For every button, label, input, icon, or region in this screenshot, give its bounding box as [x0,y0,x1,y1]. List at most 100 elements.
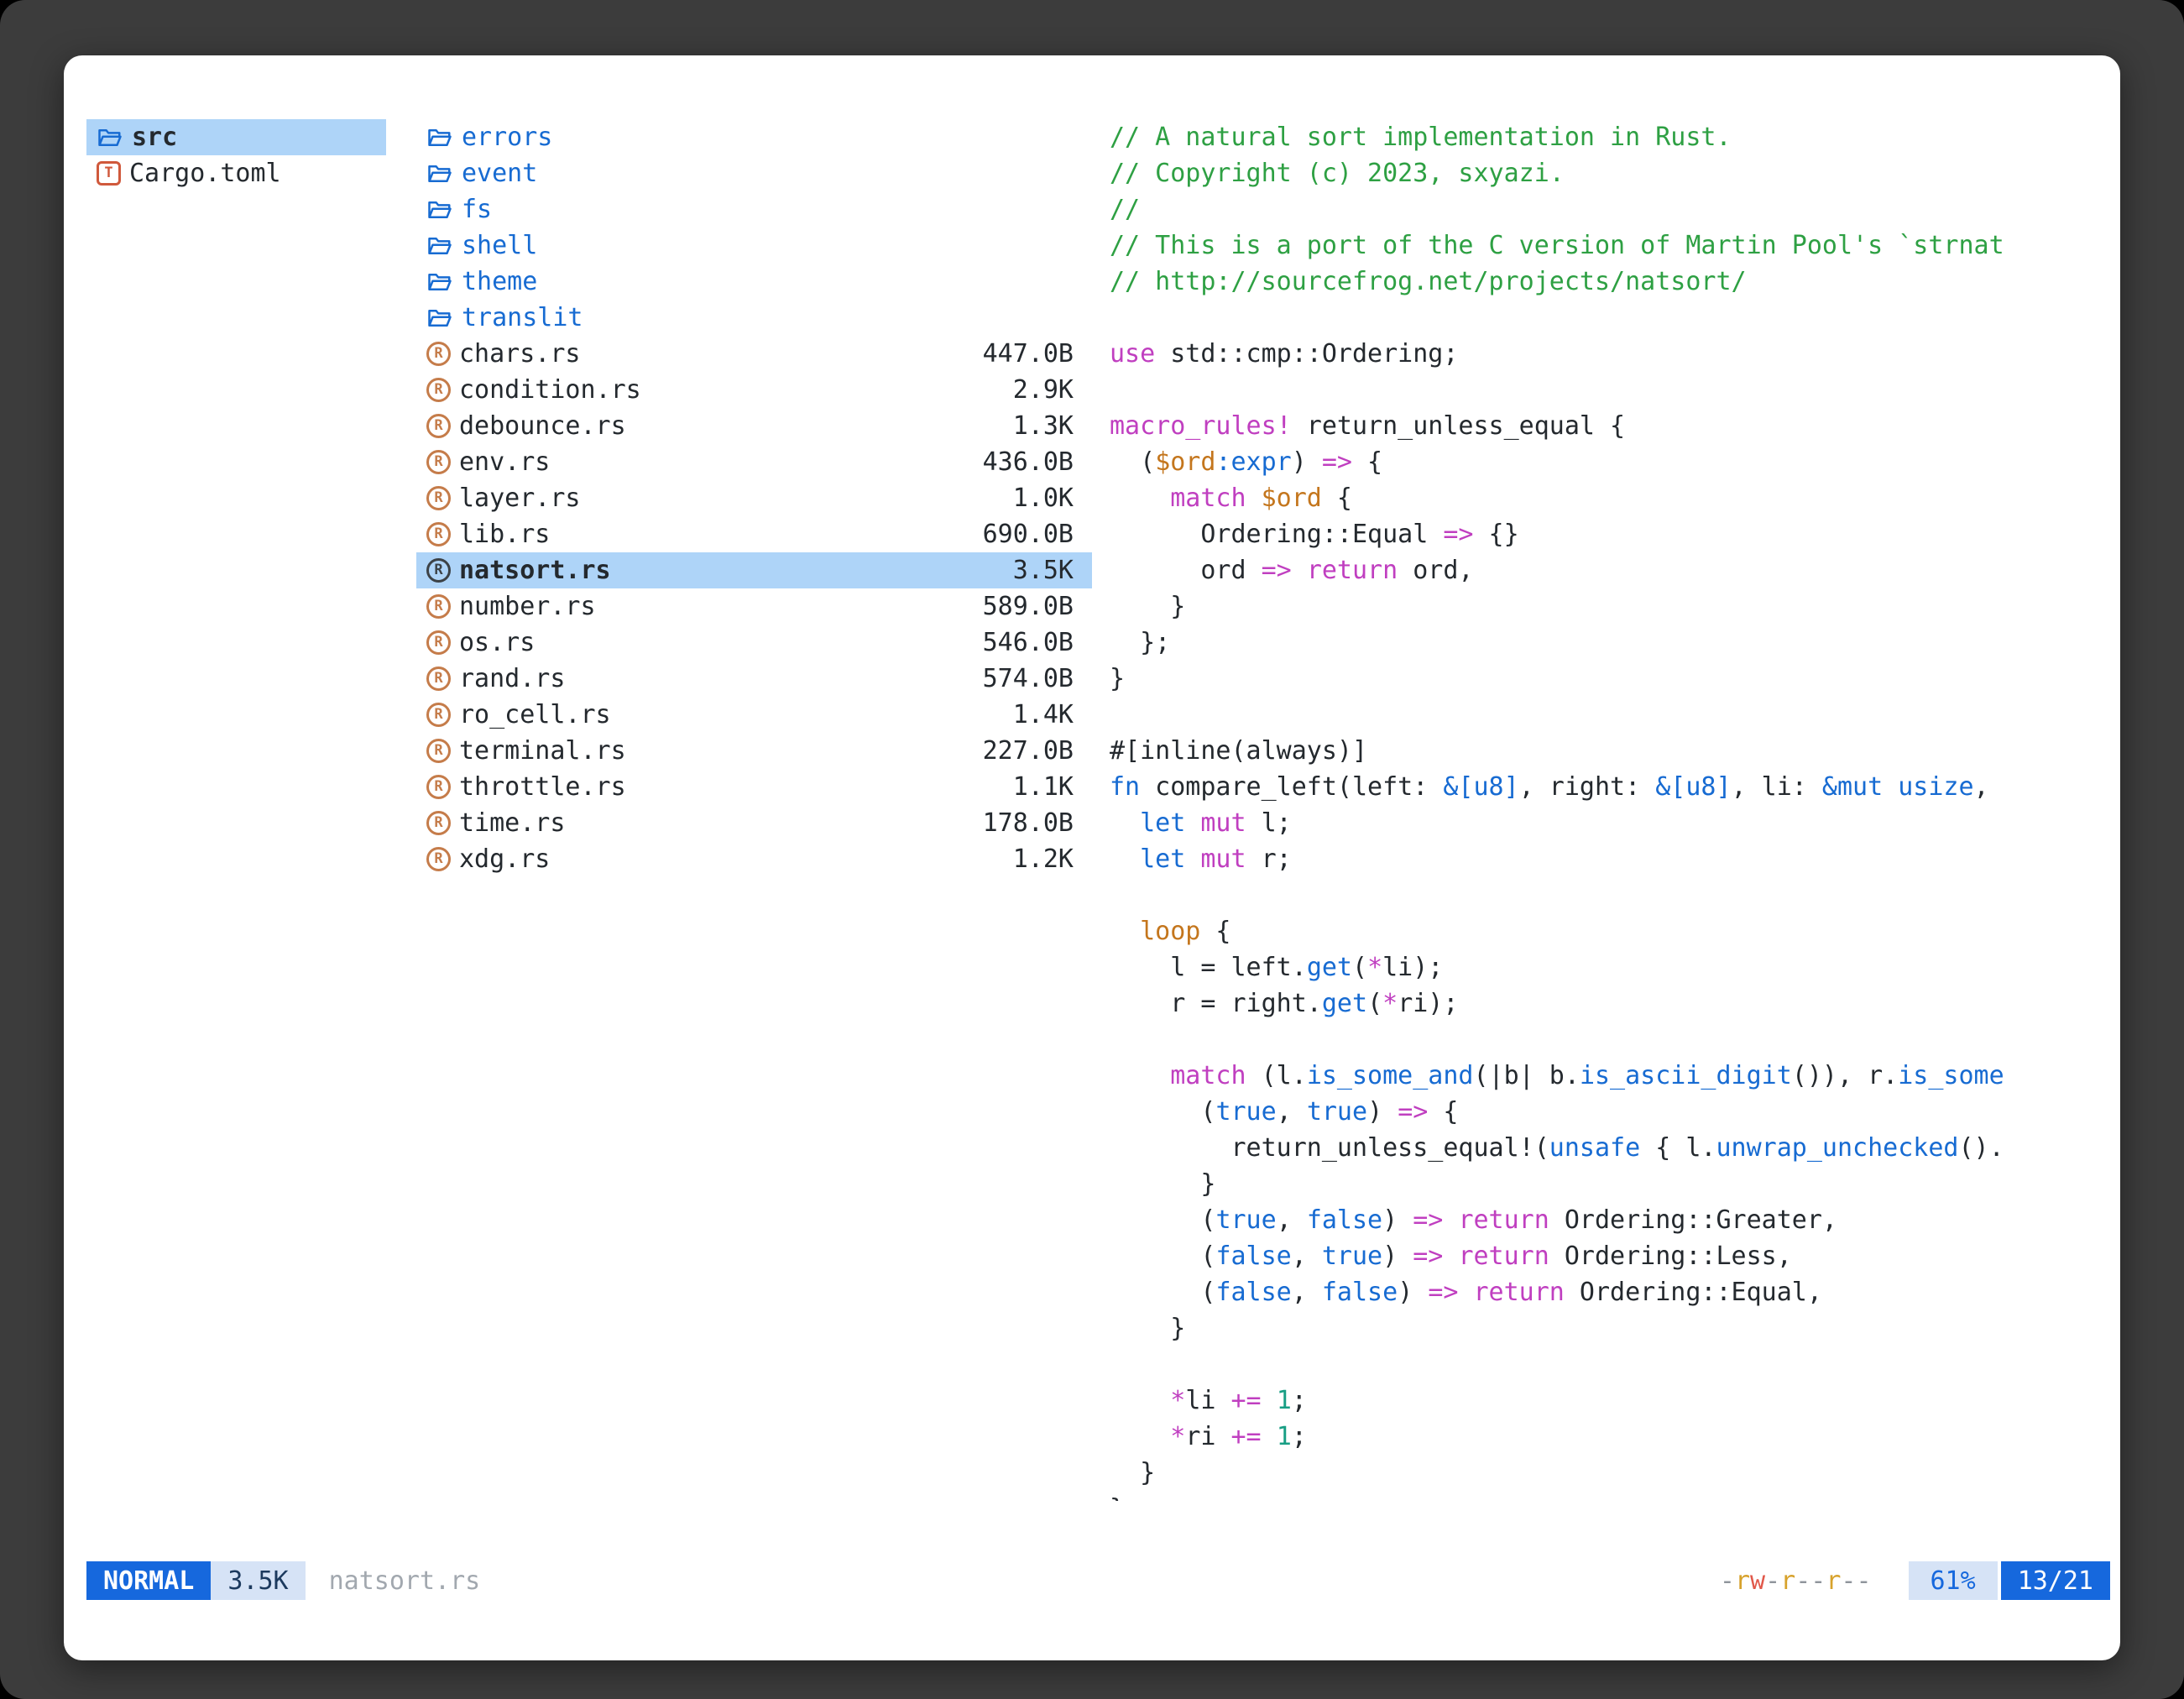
code-line: fn compare_left(left: &[u8], right: &[u8… [1110,769,2107,805]
code-line: // Copyright (c) 2023, sxyazi. [1110,155,2107,191]
rust-icon: R [426,558,451,583]
code-line: } [1110,1166,2107,1202]
folder-icon [426,233,453,259]
file-row-os.rs[interactable]: Ros.rs546.0B [416,625,1092,661]
code-line [1110,877,2107,913]
current-directory-pane: errorsevent fs shell theme translit Rchars.rs… [416,119,1092,1501]
entry-name: throttle.rs [459,772,626,802]
file-row-ro_cell.rs[interactable]: Rro_cell.rs1.4K [416,697,1092,733]
code-line [1110,300,2107,336]
rust-icon: R [426,414,451,438]
code-line: // A natural sort implementation in Rust… [1110,119,2107,155]
code-line [1110,372,2107,408]
dir-row-translit[interactable]: translit [416,300,1092,336]
code-line [1110,1022,2107,1058]
rust-icon: R [426,775,451,799]
rust-icon: R [426,847,451,871]
entry-name: terminal.rs [459,736,626,766]
status-bar: NORMAL 3.5K natsort.rs -rw-r--r-- 61% 13… [86,1561,2110,1600]
entry-name: layer.rs [459,484,581,513]
code-line: #[inline(always)] [1110,733,2107,769]
file-row-throttle.rs[interactable]: Rthrottle.rs 1.1K [416,769,1092,805]
entry-name: src [132,123,177,152]
scroll-percent-badge: 61% [1909,1561,1998,1600]
file-row-xdg.rs[interactable]: Rxdg.rs1.2K [416,841,1092,877]
file-row-time.rs[interactable]: Rtime.rs178.0B [416,805,1092,841]
code-line: match $ord { [1110,480,2107,516]
entry-name: xdg.rs [459,844,550,874]
file-row-lib.rs[interactable]: Rlib.rs690.0B [416,516,1092,552]
entry-name: debounce.rs [459,411,626,441]
code-line: let mut r; [1110,841,2107,877]
entry-name: os.rs [459,628,535,657]
entry-name: theme [462,267,537,296]
toml-icon: T [97,161,121,186]
code-line: ord => return ord, [1110,552,2107,588]
dir-row-event[interactable]: event [416,155,1092,191]
code-line: match (l.is_some_and(|b| b.is_ascii_digi… [1110,1058,2107,1094]
code-line: l = left.get(*li); [1110,949,2107,985]
entry-name: translit [462,303,583,332]
entry-name: lib.rs [459,520,550,549]
rust-icon: R [426,630,451,655]
file-row-Cargo.toml[interactable]: T Cargo.toml [86,155,386,191]
code-line: ($ord:expr) => { [1110,444,2107,480]
code-line: } [1110,1310,2107,1346]
folder-icon [426,269,453,295]
entry-size: 1.0K [996,484,1074,513]
entry-name: shell [462,231,537,260]
dir-row-shell[interactable]: shell [416,227,1092,264]
mode-badge: NORMAL [86,1561,211,1600]
entry-size: 690.0B [966,520,1074,549]
entry-name: ro_cell.rs [459,700,611,729]
entry-name: Cargo.toml [129,159,281,188]
dir-row-theme[interactable]: theme [416,264,1092,300]
entry-size: 447.0B [966,339,1074,369]
code-line: loop { [1110,913,2107,949]
code-line: // [1110,191,2107,227]
entry-size: 3.5K [996,556,1074,585]
entry-name: number.rs [459,592,596,621]
code-line: (false, true) => return Ordering::Less, [1110,1238,2107,1274]
file-row-debounce.rs[interactable]: Rdebounce.rs 1.3K [416,408,1092,444]
entry-size: 1.3K [996,411,1074,441]
code-line: r = right.get(*ri); [1110,985,2107,1022]
entry-name: chars.rs [459,339,581,369]
entry-name: env.rs [459,447,550,477]
code-line: } [1110,1455,2107,1491]
folder-icon [426,125,453,150]
entry-name: fs [462,195,492,224]
code-line: (true, true) => { [1110,1094,2107,1130]
entry-name: natsort.rs [459,556,611,585]
rust-icon: R [426,811,451,835]
entry-size: 574.0B [966,664,1074,693]
code-line: } [1110,1491,2107,1501]
code-line: *ri += 1; [1110,1419,2107,1455]
file-row-condition.rs[interactable]: Rcondition.rs2.9K [416,372,1092,408]
file-row-env.rs[interactable]: Renv.rs436.0B [416,444,1092,480]
folder-icon [426,161,453,186]
entry-size: 2.9K [996,375,1074,405]
dir-row-fs[interactable]: fs [416,191,1092,227]
entry-name: condition.rs [459,375,641,405]
file-row-natsort.rs[interactable]: Rnatsort.rs 3.5K [416,552,1092,588]
yazi-file-manager-window: src T Cargo.toml errorsevent fs shell theme tr… [64,55,2120,1660]
file-size-badge: 3.5K [211,1561,305,1600]
entry-size: 436.0B [966,447,1074,477]
rust-icon: R [426,667,451,691]
file-row-layer.rs[interactable]: Rlayer.rs1.0K [416,480,1092,516]
code-line: // This is a port of the C version of Ma… [1110,227,2107,264]
entry-size: 589.0B [966,592,1074,621]
panes-container: src T Cargo.toml errorsevent fs shell theme tr… [86,119,2107,1501]
code-line [1110,697,2107,733]
file-preview-pane: // A natural sort implementation in Rust… [1110,119,2107,1501]
dir-row-src[interactable]: src [86,119,386,155]
entry-size: 1.1K [996,772,1074,802]
dir-row-errors[interactable]: errors [416,119,1092,155]
folder-icon [426,197,453,222]
code-line: Ordering::Equal => {} [1110,516,2107,552]
file-row-number.rs[interactable]: Rnumber.rs589.0B [416,588,1092,625]
file-row-terminal.rs[interactable]: Rterminal.rs227.0B [416,733,1092,769]
file-row-chars.rs[interactable]: Rchars.rs447.0B [416,336,1092,372]
file-row-rand.rs[interactable]: Rrand.rs574.0B [416,661,1092,697]
